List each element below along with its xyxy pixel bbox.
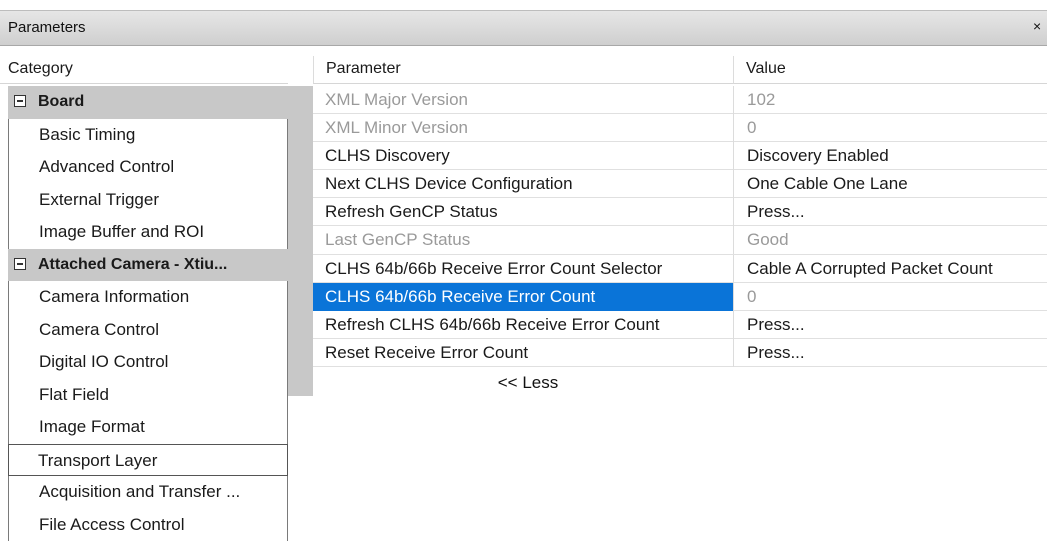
value-column-header[interactable]: Value — [733, 56, 1047, 84]
category-tree: Board Basic Timing Advanced Control Externa… — [8, 86, 288, 541]
category-item[interactable]: Acquisition and Transfer ... — [8, 476, 288, 509]
category-item[interactable]: Camera Information — [8, 281, 288, 314]
parameter-value[interactable]: Cable A Corrupted Packet Count — [733, 254, 1047, 283]
parameter-name[interactable]: Refresh GenCP Status — [313, 198, 733, 226]
parameter-value[interactable]: Press... — [733, 310, 1047, 339]
close-icon[interactable]: × — [1033, 11, 1047, 41]
category-column-header: Category — [0, 56, 288, 84]
category-item[interactable]: Advanced Control — [8, 151, 288, 184]
collapse-minus-icon[interactable] — [14, 257, 26, 270]
collapse-minus-icon[interactable] — [14, 95, 26, 107]
parameter-row[interactable]: XML Minor Version 0 — [313, 114, 1047, 143]
parameter-row[interactable]: Last GenCP Status Good — [313, 226, 1047, 255]
category-group[interactable]: Attached Camera - Xtiu... — [8, 248, 288, 281]
category-item[interactable]: Image Format — [8, 411, 288, 444]
parameter-row[interactable]: Next CLHS Device Configuration One Cable … — [313, 170, 1047, 199]
category-item[interactable]: Image Buffer and ROI — [8, 216, 288, 249]
category-item[interactable]: Transport Layer — [8, 443, 288, 476]
parameter-value[interactable]: Discovery Enabled — [733, 142, 1047, 171]
category-item[interactable]: Flat Field — [8, 378, 288, 411]
parameter-row[interactable]: CLHS 64b/66b Receive Error Count Selecto… — [313, 254, 1047, 283]
category-group-label: Board — [38, 93, 85, 110]
less-toggle-link[interactable]: << Less — [313, 369, 733, 397]
column-header-row: Category Parameter Value — [0, 56, 1047, 84]
category-item[interactable]: Camera Control — [8, 313, 288, 346]
parameter-row[interactable]: XML Major Version 102 — [313, 86, 1047, 115]
parameter-name[interactable]: Last GenCP Status — [313, 226, 733, 254]
parameter-column-header[interactable]: Parameter — [313, 56, 733, 84]
parameter-row[interactable]: Refresh CLHS 64b/66b Receive Error Count… — [313, 310, 1047, 339]
window-title-bar: Parameters × — [0, 10, 1047, 46]
window-title: Parameters — [8, 19, 86, 36]
parameter-value[interactable]: 0 — [733, 282, 1047, 311]
parameter-name[interactable]: CLHS 64b/66b Receive Error Count Selecto… — [313, 255, 733, 283]
parameter-value[interactable]: Press... — [733, 198, 1047, 227]
parameter-value: 102 — [733, 86, 1047, 114]
parameter-row[interactable]: CLHS 64b/66b Receive Error Count 0 — [313, 282, 1047, 311]
category-group[interactable]: Board — [8, 86, 288, 119]
parameter-name[interactable]: XML Major Version — [313, 86, 733, 114]
parameter-name[interactable]: Next CLHS Device Configuration — [313, 170, 733, 198]
category-item[interactable]: Digital IO Control — [8, 346, 288, 379]
category-item[interactable]: Basic Timing — [8, 118, 288, 151]
category-group-label: Attached Camera - Xtiu... — [38, 255, 228, 273]
parameter-name[interactable]: Reset Receive Error Count — [313, 339, 733, 367]
category-item[interactable]: External Trigger — [8, 183, 288, 216]
parameter-row[interactable]: CLHS Discovery Discovery Enabled — [313, 142, 1047, 171]
row-header-strip — [288, 86, 313, 396]
parameter-row[interactable]: Refresh GenCP Status Press... — [313, 198, 1047, 227]
parameter-name[interactable]: XML Minor Version — [313, 114, 733, 142]
parameter-value: Good — [733, 226, 1047, 255]
parameter-value[interactable]: One Cable One Lane — [733, 170, 1047, 199]
category-item[interactable]: File Access Control — [8, 508, 288, 541]
parameter-row[interactable]: Reset Receive Error Count Press... — [313, 338, 1047, 367]
parameter-name[interactable]: Refresh CLHS 64b/66b Receive Error Count — [313, 311, 733, 339]
parameter-name[interactable]: CLHS 64b/66b Receive Error Count — [313, 282, 733, 311]
parameter-value[interactable]: Press... — [733, 338, 1047, 367]
parameter-grid: XML Major Version 102 XML Minor Version 0 CL… — [313, 86, 1047, 367]
parameter-name[interactable]: CLHS Discovery — [313, 142, 733, 170]
parameter-value: 0 — [733, 114, 1047, 143]
